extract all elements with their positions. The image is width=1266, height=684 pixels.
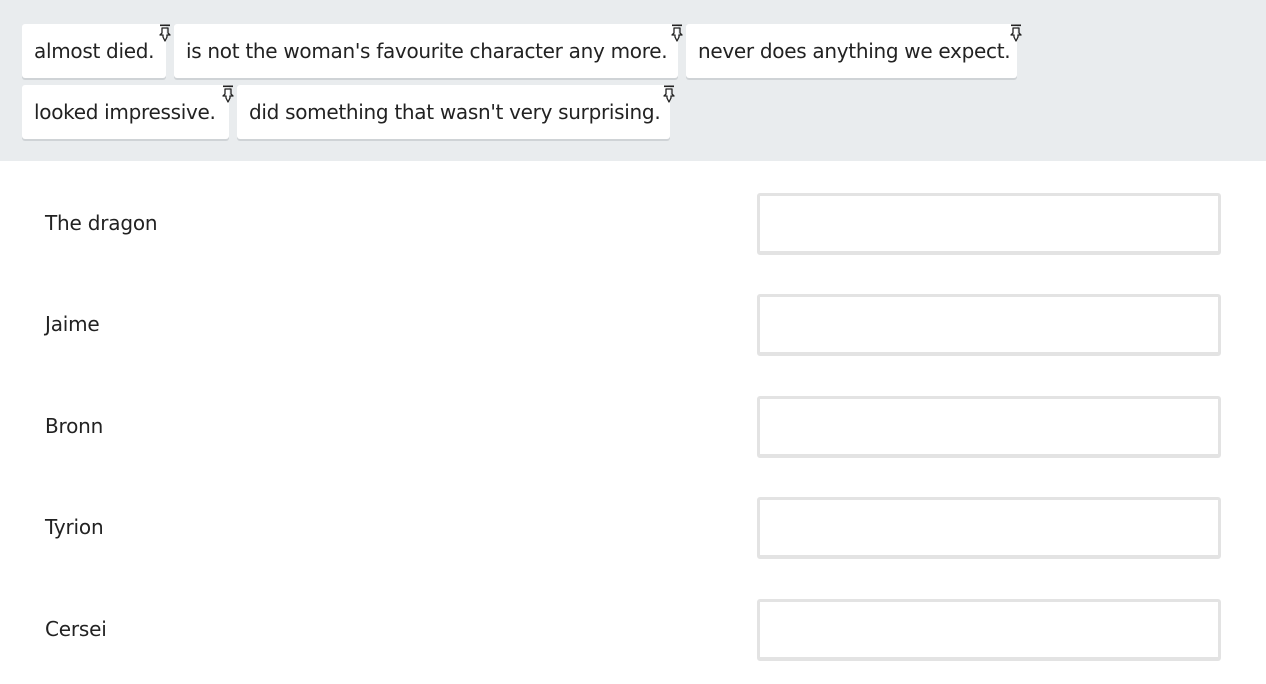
row-label-jaime: Jaime — [45, 312, 100, 336]
row-label-the-dragon: The dragon — [45, 211, 158, 235]
draggable-answer-chip[interactable]: looked impressive. — [22, 85, 234, 139]
draggable-answer-chip[interactable]: almost died. — [22, 24, 171, 78]
draggable-answer-chip[interactable]: never does anything we expect. — [686, 24, 1022, 78]
drag-icon[interactable] — [221, 85, 235, 105]
drag-icon[interactable] — [1009, 24, 1023, 44]
chip-label: did something that wasn't very surprisin… — [249, 100, 661, 124]
drag-icon[interactable] — [662, 85, 676, 105]
chip-label: is not the woman's favourite character a… — [186, 39, 668, 63]
row-label-tyrion: Tyrion — [45, 515, 104, 539]
dropzone-tyrion[interactable] — [757, 497, 1221, 559]
row-label-cersei: Cersei — [45, 617, 107, 641]
row-label-bronn: Bronn — [45, 414, 104, 438]
drag-icon[interactable] — [670, 24, 684, 44]
chip-label: looked impressive. — [34, 100, 216, 124]
dropzone-cersei[interactable] — [757, 599, 1221, 661]
chip-label: never does anything we expect. — [698, 39, 1011, 63]
chip-label: almost died. — [34, 39, 155, 63]
dropzone-bronn[interactable] — [757, 396, 1221, 458]
drag-icon[interactable] — [158, 24, 172, 44]
dropzone-jaime[interactable] — [757, 294, 1221, 356]
answer-pool: almost died. is not the woman's favourit… — [0, 0, 1266, 161]
dropzone-the-dragon[interactable] — [757, 193, 1221, 255]
draggable-answer-chip[interactable]: did something that wasn't very surprisin… — [237, 85, 675, 139]
draggable-answer-chip[interactable]: is not the woman's favourite character a… — [174, 24, 683, 78]
